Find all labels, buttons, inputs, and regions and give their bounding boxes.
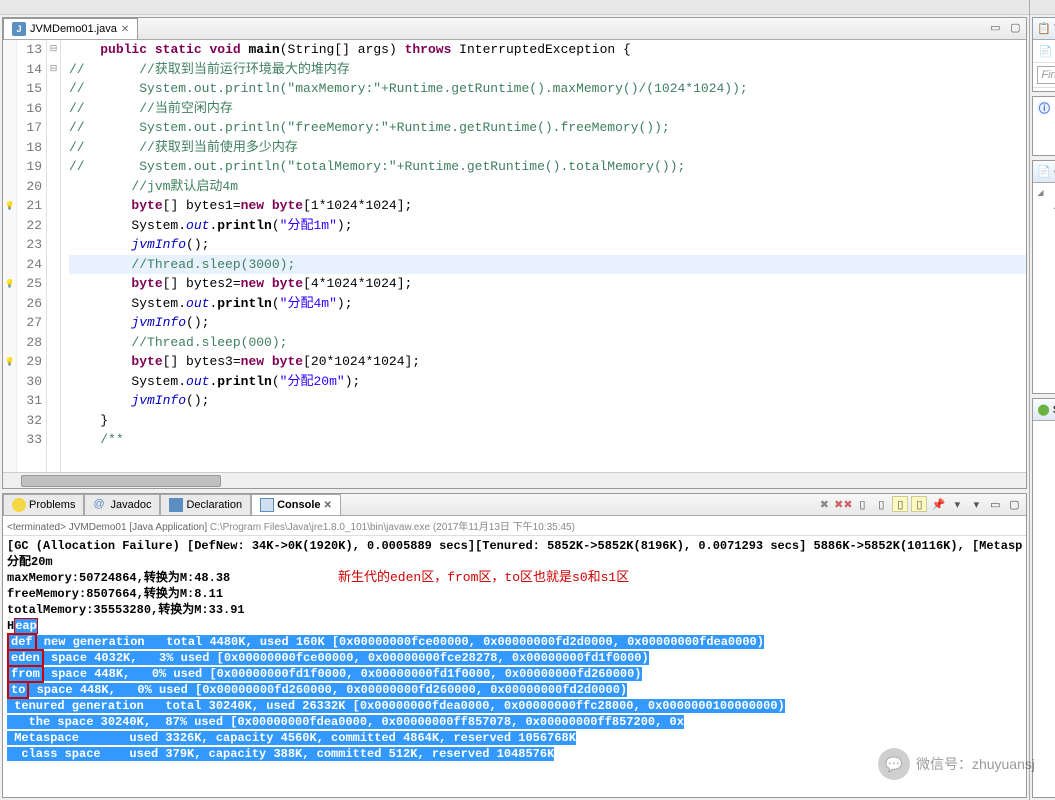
outline-item[interactable]: S toM(long) : String bbox=[1037, 227, 1055, 241]
outline-item[interactable]: S jvmInfo() : void bbox=[1037, 241, 1055, 255]
console-icon bbox=[260, 498, 274, 512]
editor-tab-jvmdemo01[interactable]: J JVMDemo01.java ✕ bbox=[3, 18, 138, 39]
bottom-pane: Problems@JavadocDeclarationConsole✕ ✖ ✖✖… bbox=[2, 493, 1027, 798]
bottom-tabs: Problems@JavadocDeclarationConsole✕ ✖ ✖✖… bbox=[3, 494, 1026, 516]
annotation-text: 新生代的eden区，from区，to区也就是s0和s1区 bbox=[338, 570, 629, 586]
remove-terminated-icon[interactable]: ✖ bbox=[816, 496, 832, 512]
display-console-icon[interactable]: ▾ bbox=[949, 496, 965, 512]
decl-icon bbox=[169, 498, 183, 512]
outline-panel: 📄 Outline ✕ a↓ ○ ● ◐ ⬚ ✕ ▾ ▭ ▢ ◢◢Θ JVMDe… bbox=[1032, 160, 1055, 394]
close-icon[interactable]: ✕ bbox=[324, 500, 332, 511]
pin-console-icon[interactable]: 📌 bbox=[930, 496, 946, 512]
scroll-lock-icon[interactable]: ▯ bbox=[892, 496, 908, 512]
close-icon[interactable]: ✕ bbox=[121, 24, 129, 35]
connect-mylyn-panel: ⓘ Connect Mylyn ✕ Connect to your task a… bbox=[1032, 96, 1055, 156]
javadoc-icon: @ bbox=[93, 498, 107, 512]
bottom-tab-problems[interactable]: Problems bbox=[3, 494, 84, 515]
btn-icon[interactable]: ▯ bbox=[873, 496, 889, 512]
maximize-icon[interactable]: ▢ bbox=[1008, 20, 1022, 34]
editor-tabs: J JVMDemo01.java ✕ ▭ ▢ bbox=[3, 18, 1026, 40]
code-area[interactable]: 💡💡💡 131415161718192021222324252627282930… bbox=[3, 40, 1026, 472]
btn-icon[interactable]: ▯ bbox=[854, 496, 870, 512]
problems-icon bbox=[12, 498, 26, 512]
open-console-icon[interactable]: ▾ bbox=[968, 496, 984, 512]
minimize-icon[interactable]: ▭ bbox=[988, 20, 1002, 34]
editor-tab-label: JVMDemo01.java bbox=[30, 23, 117, 35]
bottom-tab-declaration[interactable]: Declaration bbox=[160, 494, 251, 515]
word-wrap-icon[interactable]: ▯ bbox=[911, 496, 927, 512]
task-list-icon: 📋 bbox=[1037, 22, 1051, 35]
outline-item[interactable]: ◢Θ JVMDemo01 bbox=[1037, 198, 1055, 213]
console-header: <terminated> JVMDemo01 [Java Application… bbox=[3, 516, 1026, 536]
console-content[interactable]: 新生代的eden区，from区，to区也就是s0和s1区 [GC (Alloca… bbox=[3, 536, 1026, 797]
remove-all-icon[interactable]: ✖✖ bbox=[835, 496, 851, 512]
spring-explorer-panel: ⬤ Spring Explorer ✕ ⇆ ⊟ ▿ ↓↑ ▾ ▭ ▢ bbox=[1032, 398, 1055, 798]
spring-icon: ⬤ bbox=[1037, 403, 1049, 416]
bottom-tab-javadoc[interactable]: @Javadoc bbox=[84, 494, 160, 515]
task-list-body bbox=[1033, 88, 1055, 91]
console-toolbar: ✖ ✖✖ ▯ ▯ ▯ ▯ 📌 ▾ ▾ ▭ ▢ bbox=[816, 496, 1022, 512]
outline-icon: 📄 bbox=[1037, 165, 1051, 178]
horizontal-scrollbar[interactable] bbox=[3, 472, 1026, 488]
maximize-icon[interactable]: ▢ bbox=[1006, 496, 1022, 512]
java-file-icon: J bbox=[12, 22, 26, 36]
info-icon: ⓘ bbox=[1037, 101, 1051, 115]
new-task-icon[interactable]: 📄 bbox=[1037, 43, 1053, 59]
editor-pane: J JVMDemo01.java ✕ ▭ ▢ 💡💡💡 1314151617181… bbox=[2, 17, 1027, 489]
bottom-tab-console[interactable]: Console✕ bbox=[251, 494, 341, 515]
outline-item[interactable]: S main(String[]) : void bbox=[1037, 213, 1055, 227]
minimize-icon[interactable]: ▭ bbox=[987, 496, 1003, 512]
task-find-input[interactable] bbox=[1037, 66, 1055, 84]
task-list-panel: 📋 Task List ✕ ▭ ▢ 📄 ▾ 📅 🔍 ◧ ⊟ 🔄 ▾ bbox=[1032, 17, 1055, 92]
